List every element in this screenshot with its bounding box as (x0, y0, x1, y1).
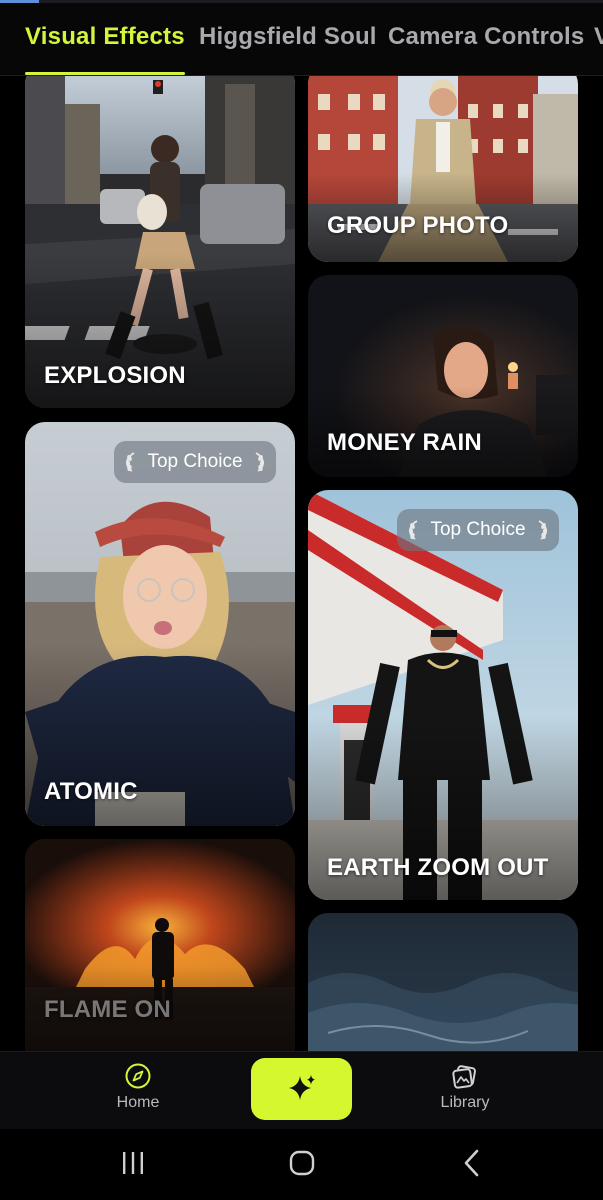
card-title: MONEY RAIN (327, 429, 482, 456)
home-icon (289, 1150, 315, 1176)
card-title: GROUP PHOTO (327, 212, 509, 239)
system-navigation-bar (0, 1129, 603, 1200)
back-icon (464, 1149, 479, 1177)
effect-card-atomic[interactable]: Top Choice ATOMIC (25, 422, 295, 826)
badge-text: Top Choice (147, 451, 243, 472)
compass-icon (125, 1063, 151, 1089)
laurel-left-icon (126, 452, 135, 472)
back-button[interactable] (452, 1147, 492, 1179)
nav-library-label: Library (440, 1094, 490, 1111)
effect-card-explosion[interactable]: EXPLOSION (25, 76, 295, 408)
tab-label: Camera Controls (388, 23, 585, 50)
nav-home-label: Home (116, 1094, 160, 1111)
badge-text: Top Choice (430, 519, 526, 540)
card-title: FLAME ON (44, 996, 171, 1023)
top-choice-badge: Top Choice (114, 441, 276, 483)
tab-next-partial[interactable]: V (594, 3, 603, 75)
bottom-navigation: Home Library (0, 1051, 603, 1130)
create-button[interactable] (251, 1058, 352, 1120)
tab-camera-controls[interactable]: Camera Controls (388, 3, 584, 75)
nav-home[interactable]: Home (83, 1062, 193, 1112)
laurel-right-icon (255, 452, 264, 472)
tab-higgsfield-soul[interactable]: Higgsfield Soul (199, 3, 377, 75)
tab-label: V (594, 23, 603, 50)
tab-label: Visual Effects (25, 23, 185, 50)
recents-button[interactable] (113, 1147, 153, 1179)
effect-card-ocean[interactable] (308, 913, 578, 1051)
system-home-button[interactable] (282, 1147, 322, 1179)
effect-card-flame-on[interactable]: FLAME ON (25, 839, 295, 1051)
ocean-thumbnail (308, 913, 578, 1051)
card-title: EARTH ZOOM OUT (327, 854, 549, 881)
effect-card-money-rain[interactable]: MONEY RAIN (308, 275, 578, 477)
recents-icon (123, 1152, 143, 1174)
gallery-icon (452, 1065, 476, 1089)
laurel-left-icon (409, 520, 418, 540)
sparkle-icon (288, 1075, 315, 1100)
tab-label: Higgsfield Soul (199, 23, 377, 50)
laurel-right-icon (538, 520, 547, 540)
top-choice-badge: Top Choice (397, 509, 559, 551)
effect-card-earth-zoom-out[interactable]: Top Choice EARTH ZOOM OUT (308, 490, 578, 900)
card-title: EXPLOSION (44, 362, 186, 389)
tab-visual-effects[interactable]: Visual Effects (25, 3, 185, 75)
nav-library[interactable]: Library (410, 1062, 520, 1112)
card-title: ATOMIC (44, 778, 138, 805)
effects-grid: EXPLOSION GROUP PHOTO MONEY RAIN Top Cho… (0, 76, 603, 1051)
app-screen: Visual Effects Higgsfield Soul Camera Co… (0, 0, 603, 1200)
category-tabs: Visual Effects Higgsfield Soul Camera Co… (0, 3, 603, 75)
effect-card-group-photo[interactable]: GROUP PHOTO (308, 76, 578, 262)
